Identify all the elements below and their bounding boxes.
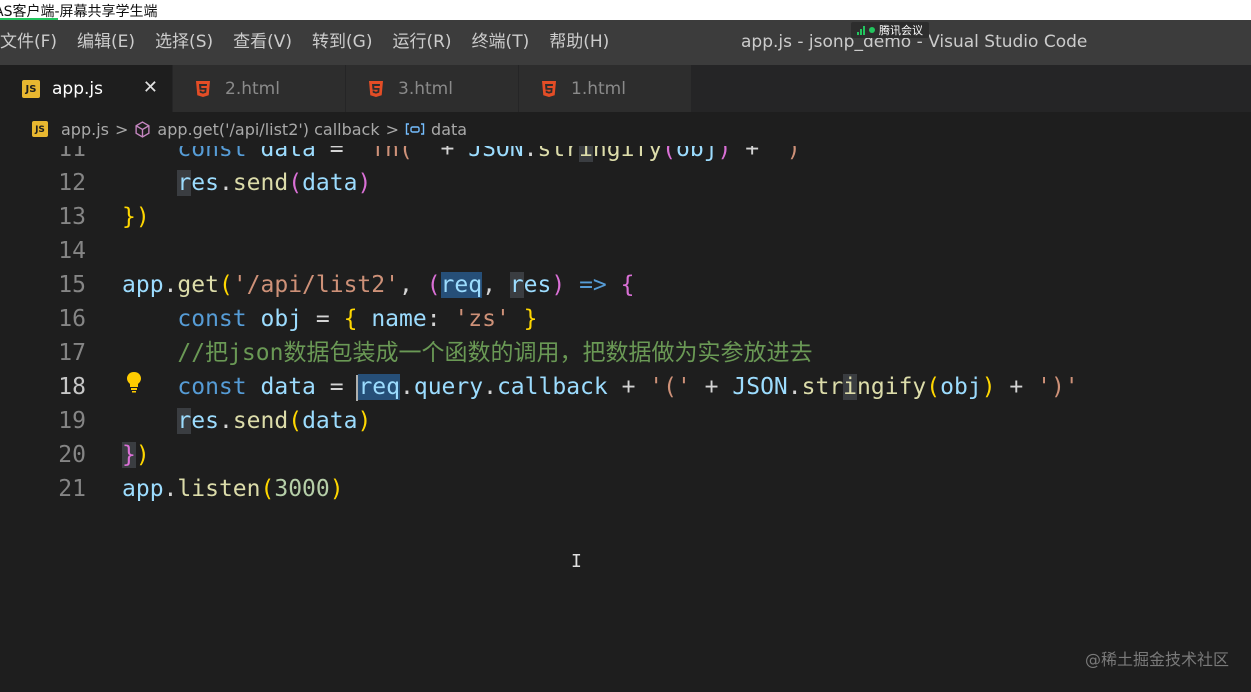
line-number: 21 [58,476,86,502]
tab-label: 3.html [398,78,453,99]
html5-file-icon [196,80,210,97]
code-editor[interactable]: 11 const data = 'fn(' + JSON.stringify(o… [0,146,1251,692]
tab-1-html[interactable]: 1.html [519,65,692,112]
meeting-indicator[interactable]: 腾讯会议 [851,22,929,38]
code-text[interactable]: res.send(data) [122,166,371,200]
watermark: @稀土掘金技术社区 [1084,650,1229,669]
line-number: 14 [58,238,86,264]
menu-help[interactable]: 帮助(H) [539,20,619,65]
method-cube-icon [135,120,150,138]
code-line-20: 20 }) [0,438,1251,472]
code-text[interactable]: res.send(data) [122,404,371,438]
code-line-21: 21 app.listen(3000) [0,472,1251,506]
line-number: 13 [58,204,86,230]
menu-file[interactable]: 文件(F) [0,20,67,65]
mouse-ibeam-icon: I [571,551,582,572]
code-text[interactable]: app.get('/api/list2', (req, res) => { [122,268,635,302]
html5-file-icon [542,80,556,97]
menu-selection[interactable]: 选择(S) [145,20,223,65]
breadcrumb-file[interactable]: app.js [61,120,109,139]
menu-terminal[interactable]: 终端(T) [462,20,540,65]
breadcrumb-variable[interactable]: data [431,120,467,139]
menu-edit[interactable]: 编辑(E) [67,20,145,65]
line-number: 17 [58,340,86,366]
line-number: 19 [58,408,86,434]
code-text[interactable]: const data = 'fn(' + JSON.stringify(obj)… [122,146,815,166]
code-line-13: 13 }) [0,200,1251,234]
line-number: 12 [58,170,86,196]
code-line-19: 19 res.send(data) [0,404,1251,438]
tab-app-js[interactable]: JS app.js ✕ [0,65,173,112]
line-number: 16 [58,306,86,332]
code-line-15: 15 app.get('/api/list2', (req, res) => { [0,268,1251,302]
code-line-17: 17 //把json数据包装成一个函数的调用，把数据做为实参放进去 [0,336,1251,370]
line-number: 11 [58,146,86,162]
code-text[interactable]: //把json数据包装成一个函数的调用，把数据做为实参放进去 [122,336,812,370]
code-text[interactable]: const data = req.query.callback + '(' + … [122,370,1079,404]
code-text[interactable]: }) [122,438,150,472]
variable-icon [405,123,425,135]
menu-view[interactable]: 查看(V) [223,20,302,65]
breadcrumb-separator: > [114,119,129,139]
screen-share-banner: AS客户端-屏幕共享学生端 [0,0,1251,22]
breadcrumb: JS app.js > app.get('/api/list2') callba… [0,112,1251,146]
menu-bar: 文件(F) 编辑(E) 选择(S) 查看(V) 转到(G) 运行(R) 终端(T… [0,20,619,65]
editor-tabs: JS app.js ✕ 2.html 3.html 1.html [0,65,1251,112]
recording-dot-icon [869,27,875,33]
code-text[interactable]: const obj = { name: 'zs' } [122,302,537,336]
code-text[interactable]: }) [122,200,150,234]
code-line-11: 11 const data = 'fn(' + JSON.stringify(o… [0,146,1251,166]
menu-run[interactable]: 运行(R) [382,20,461,65]
code-line-14: 14 [0,234,1251,268]
code-line-18: 18 const data = req.query.callback + '('… [0,370,1251,404]
tab-label: 1.html [571,78,626,99]
breadcrumb-function[interactable]: app.get('/api/list2') callback [157,120,379,139]
html5-file-icon [369,80,383,97]
javascript-file-icon: JS [22,79,40,98]
line-number: 18 [58,374,86,400]
code-line-16: 16 const obj = { name: 'zs' } [0,302,1251,336]
title-bar: 文件(F) 编辑(E) 选择(S) 查看(V) 转到(G) 运行(R) 终端(T… [0,20,1251,65]
javascript-file-icon: JS [32,121,48,137]
code-text[interactable]: app.listen(3000) [122,472,344,506]
line-number: 20 [58,442,86,468]
close-icon[interactable]: ✕ [143,77,158,98]
code-line-12: 12 res.send(data) [0,166,1251,200]
menu-go[interactable]: 转到(G) [302,20,382,65]
meeting-label: 腾讯会议 [879,24,923,37]
breadcrumb-separator: > [385,119,400,139]
tab-label: 2.html [225,78,280,99]
tab-3-html[interactable]: 3.html [346,65,519,112]
lightbulb-icon[interactable] [126,371,142,393]
signal-icon [857,25,865,35]
tab-label: app.js [52,78,103,99]
line-number: 15 [58,272,86,298]
tab-2-html[interactable]: 2.html [173,65,346,112]
